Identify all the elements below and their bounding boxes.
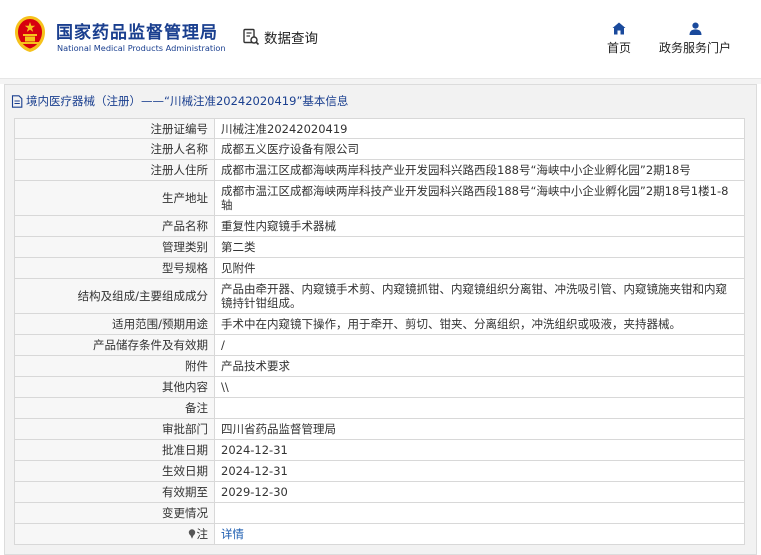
table-row: 注册证编号 川械注准20242020419 — [14, 118, 745, 139]
user-icon — [689, 22, 701, 35]
field-value: 第二类 — [214, 236, 745, 258]
details-link[interactable]: 详情 — [221, 527, 244, 541]
field-label: 注册人住所 — [14, 159, 215, 181]
field-value: 成都市温江区成都海峡两岸科技产业开发园科兴路西段188号“海峡中小企业孵化园”2… — [214, 180, 745, 216]
field-label: 生效日期 — [14, 460, 215, 482]
data-query-label: 数据查询 — [264, 31, 318, 47]
field-label: 审批部门 — [14, 418, 215, 440]
table-row: 生产地址 成都市温江区成都海峡两岸科技产业开发园科兴路西段188号“海峡中小企业孵… — [14, 180, 745, 216]
field-value: 2024-12-31 — [214, 439, 745, 461]
table-row: 注册人住所 成都市温江区成都海峡两岸科技产业开发园科兴路西段188号“海峡中小企业… — [14, 159, 745, 181]
field-value: 手术中在内窥镜下操作，用于牵开、剪切、钳夹、分离组织，冲洗组织或吸液，夹持器械。 — [214, 313, 745, 335]
field-value: 2029-12-30 — [214, 481, 745, 503]
table-row: 产品储存条件及有效期 / — [14, 334, 745, 356]
table-row: 产品名称 重复性内窥镜手术器械 — [14, 215, 745, 237]
nav-home-label: 首页 — [606, 41, 631, 55]
table-row: 变更情况 — [14, 502, 745, 524]
panel-title: 境内医疗器械（注册）——“川械注准20242020419”基本信息 — [11, 91, 348, 111]
document-search-icon — [243, 28, 260, 46]
table-row: 有效期至 2029-12-30 — [14, 481, 745, 503]
table-row: 生效日期 2024-12-31 — [14, 460, 745, 482]
field-label: 注册人名称 — [14, 138, 215, 160]
field-label: 生产地址 — [14, 180, 215, 216]
table-row: 其他内容 \\ — [14, 376, 745, 398]
field-value: 产品由牵开器、内窥镜手术剪、内窥镜抓钳、内窥镜组织分离钳、冲洗吸引管、内窥镜施夹… — [214, 278, 745, 314]
field-value: 川械注准20242020419 — [214, 118, 745, 139]
field-value: 成都五义医疗设备有限公司 — [214, 138, 745, 160]
table-row: 备注 — [14, 397, 745, 419]
pin-icon — [188, 529, 195, 539]
field-label: 备注 — [14, 397, 215, 419]
field-value-note: 详情 — [214, 523, 745, 545]
field-value: 2024-12-31 — [214, 460, 745, 482]
table-row: 审批部门 四川省药品监督管理局 — [14, 418, 745, 440]
field-label: 产品储存条件及有效期 — [14, 334, 215, 356]
field-label: 结构及组成/主要组成成分 — [14, 278, 215, 314]
field-value: 见附件 — [214, 257, 745, 279]
table-row: 批准日期 2024-12-31 — [14, 439, 745, 461]
field-label: 附件 — [14, 355, 215, 377]
field-label: 管理类别 — [14, 236, 215, 258]
field-label: 有效期至 — [14, 481, 215, 503]
field-value: 产品技术要求 — [214, 355, 745, 377]
table-row: 型号规格 见附件 — [14, 257, 745, 279]
field-label: 变更情况 — [14, 502, 215, 524]
note-label-text: 注 — [196, 527, 209, 541]
field-value: \\ — [214, 376, 745, 398]
logo-title-cn: 国家药品监督管理局 — [56, 23, 218, 43]
field-label: 适用范围/预期用途 — [14, 313, 215, 335]
field-value: 成都市温江区成都海峡两岸科技产业开发园科兴路西段188号“海峡中小企业孵化园”2… — [214, 159, 745, 181]
data-query-link[interactable]: 数据查询 — [242, 27, 318, 47]
field-value: / — [214, 334, 745, 356]
table-row: 注册人名称 成都五义医疗设备有限公司 — [14, 138, 745, 160]
panel-title-text: 境内医疗器械（注册）——“川械注准20242020419”基本信息 — [26, 94, 349, 108]
field-value: 四川省药品监督管理局 — [214, 418, 745, 440]
field-label-note: 注 — [14, 523, 215, 545]
nav-home[interactable]: 首页 — [606, 22, 632, 56]
field-label: 注册证编号 — [14, 118, 215, 139]
field-value: 重复性内窥镜手术器械 — [214, 215, 745, 237]
field-label: 型号规格 — [14, 257, 215, 279]
table-row: 结构及组成/主要组成成分 产品由牵开器、内窥镜手术剪、内窥镜抓钳、内窥镜组织分离钳… — [14, 278, 745, 314]
national-emblem-icon — [15, 16, 45, 52]
field-value — [214, 502, 745, 524]
table-row: 注 详情 — [14, 523, 745, 545]
field-value — [214, 397, 745, 419]
nav-service-portal-label: 政务服务门户 — [658, 41, 731, 55]
field-label: 批准日期 — [14, 439, 215, 461]
site-header: 国家药品监督管理局 National Medical Products Admi… — [0, 0, 761, 78]
table-row: 附件 产品技术要求 — [14, 355, 745, 377]
table-row: 管理类别 第二类 — [14, 236, 745, 258]
field-label: 其他内容 — [14, 376, 215, 398]
home-icon — [612, 22, 626, 35]
nav-service-portal[interactable]: 政务服务门户 — [655, 22, 735, 56]
field-label: 产品名称 — [14, 215, 215, 237]
logo-title-en: National Medical Products Administration — [57, 43, 226, 53]
table-row: 适用范围/预期用途 手术中在内窥镜下操作，用于牵开、剪切、钳夹、分离组织，冲洗组织… — [14, 313, 745, 335]
registration-info-table: 注册证编号 川械注准20242020419 注册人名称 成都五义医疗设备有限公司 注… — [14, 118, 745, 545]
document-icon — [11, 94, 23, 108]
